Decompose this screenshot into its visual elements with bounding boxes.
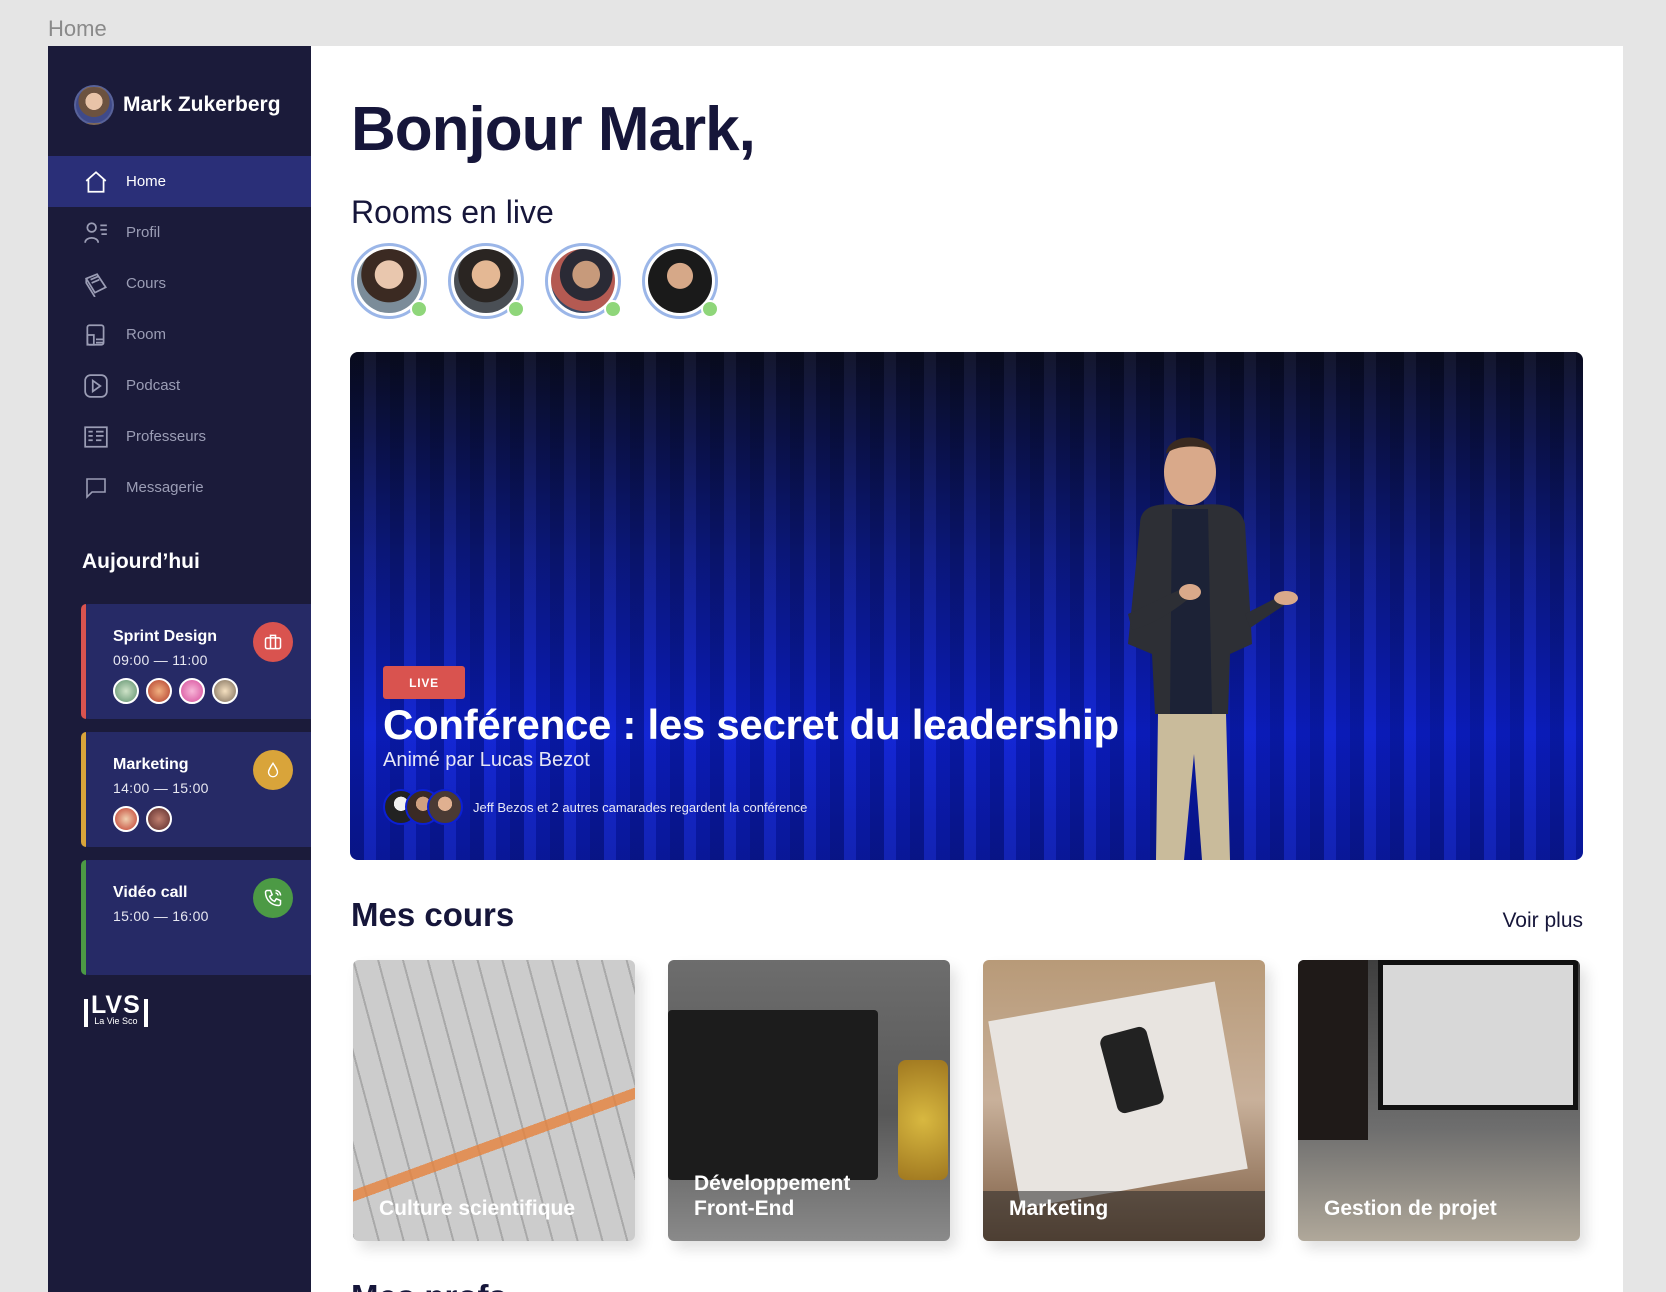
event-participants [113, 678, 245, 704]
conference-title: Conférence : les secret du leadership [383, 701, 1119, 748]
event-stripe [81, 732, 86, 847]
user-profile[interactable]: Mark Zukerberg [74, 85, 281, 125]
today-title: Aujourd’hui [82, 550, 200, 573]
avatar [113, 806, 139, 832]
sidebar-item-label: Professeurs [126, 428, 207, 445]
watchers: Jeff Bezos et 2 autres camarades regarde… [383, 789, 807, 825]
course-card[interactable]: Culture scientifique [353, 960, 635, 1241]
app-window: Mark Zukerberg Home Profil Cours Room Po… [48, 46, 1623, 1292]
event-participants [113, 806, 179, 832]
curtain-background [350, 352, 1583, 860]
courses-title: Mes cours [351, 896, 515, 933]
room-icon [81, 320, 111, 350]
laptop-screen [668, 1010, 878, 1180]
conference-host: Animé par Lucas Bezot [383, 749, 590, 771]
mug-decoration [898, 1060, 948, 1180]
main-content: Bonjour Mark, Rooms en live LIVE Confére… [311, 46, 1623, 1292]
event-card-marketing[interactable]: Marketing 14:00 — 15:00 [81, 732, 311, 847]
logo-bar [84, 999, 88, 1027]
sidebar-item-label: Messagerie [126, 479, 204, 496]
event-title: Sprint Design [113, 628, 218, 645]
avatar [427, 789, 463, 825]
avatar [146, 678, 172, 704]
user-avatar [74, 85, 114, 125]
teachers-icon [81, 422, 111, 452]
see-more-link[interactable]: Voir plus [1502, 909, 1583, 933]
course-label: Marketing [1009, 1197, 1109, 1220]
avatar [179, 678, 205, 704]
event-card-video-call[interactable]: Vidéo call 15:00 — 16:00 [81, 860, 311, 975]
sidebar-item-label: Profil [126, 224, 161, 241]
avatar [113, 678, 139, 704]
sidebar-item-profil[interactable]: Profil [48, 207, 311, 258]
live-room-avatar[interactable] [642, 243, 719, 319]
sidebar-item-label: Home [126, 173, 167, 190]
sidebar-nav: Home Profil Cours Room Podcast Professeu… [48, 156, 311, 513]
profile-icon [81, 218, 111, 248]
event-title: Vidéo call [113, 884, 188, 901]
event-time: 15:00 — 16:00 [113, 908, 209, 924]
sidebar-item-podcast[interactable]: Podcast [48, 360, 311, 411]
online-indicator [507, 300, 525, 318]
course-label: Culture scientifique [379, 1197, 576, 1220]
home-icon [81, 167, 111, 197]
teachers-section-title: Mes profs [351, 1278, 507, 1292]
online-indicator [701, 300, 719, 318]
sidebar-item-room[interactable]: Room [48, 309, 311, 360]
event-title: Marketing [113, 756, 189, 773]
book-icon [81, 269, 111, 299]
rooms-title: Rooms en live [351, 194, 554, 230]
event-stripe [81, 860, 86, 975]
monitor-decoration [1378, 960, 1578, 1110]
speaker-image [1128, 437, 1298, 860]
course-label: Gestion de projet [1324, 1197, 1497, 1220]
watchers-text: Jeff Bezos et 2 autres camarades regarde… [473, 799, 808, 815]
course-card[interactable]: Marketing [983, 960, 1265, 1241]
event-stripe [81, 604, 86, 719]
event-time: 14:00 — 15:00 [113, 780, 209, 796]
live-badge: LIVE [383, 666, 465, 699]
event-time: 09:00 — 11:00 [113, 652, 208, 668]
course-label: Développement Front-End [694, 1172, 851, 1220]
course-card[interactable]: Gestion de projet [1298, 960, 1580, 1241]
play-icon [81, 371, 111, 401]
online-indicator [604, 300, 622, 318]
event-card-sprint-design[interactable]: Sprint Design 09:00 — 11:00 [81, 604, 311, 719]
course-card[interactable]: Développement Front-End [668, 960, 950, 1241]
sidebar-item-label: Room [126, 326, 167, 343]
user-name: Mark Zukerberg [123, 93, 281, 116]
briefcase-icon [253, 622, 293, 662]
live-room-avatar[interactable] [545, 243, 622, 319]
logo-text: LVS La Vie Sco [91, 991, 141, 1027]
live-room-avatar[interactable] [448, 243, 525, 319]
sidebar-item-home[interactable]: Home [48, 156, 311, 207]
avatar [146, 806, 172, 832]
sidebar-item-messagerie[interactable]: Messagerie [48, 462, 311, 513]
app-logo[interactable]: LVS La Vie Sco [84, 991, 148, 1029]
live-rooms [351, 243, 739, 319]
live-room-avatar[interactable] [351, 243, 428, 319]
online-indicator [410, 300, 428, 318]
phone-icon [253, 878, 293, 918]
frame-label: Home [48, 16, 107, 41]
sidebar-item-cours[interactable]: Cours [48, 258, 311, 309]
avatar [212, 678, 238, 704]
drop-icon [253, 750, 293, 790]
message-icon [81, 473, 111, 503]
person-decoration [1298, 960, 1368, 1140]
sidebar: Mark Zukerberg Home Profil Cours Room Po… [48, 46, 311, 1292]
sidebar-item-label: Cours [126, 275, 167, 292]
sidebar-item-professeurs[interactable]: Professeurs [48, 411, 311, 462]
sidebar-item-label: Podcast [126, 377, 181, 394]
page-title: Bonjour Mark, [351, 95, 756, 164]
live-conference-banner[interactable]: LIVE Conférence : les secret du leadersh… [350, 352, 1583, 860]
logo-bar [143, 999, 148, 1027]
